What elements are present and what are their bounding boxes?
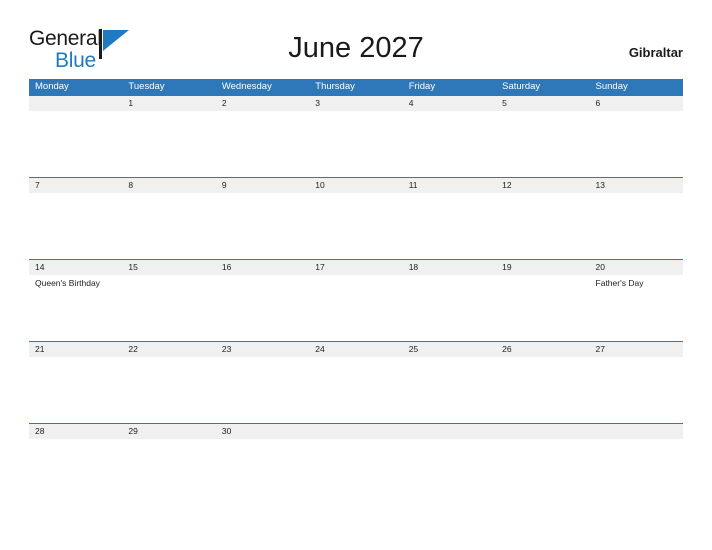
weekday-header-sunday: Sunday	[595, 81, 628, 92]
day-number: 22	[128, 344, 138, 354]
page-title: June 2027	[288, 32, 424, 64]
day-number: 9	[221, 180, 227, 190]
day-number: 1	[128, 98, 134, 108]
day-cell[interactable]: 4	[403, 96, 496, 177]
day-cell[interactable]: 10	[309, 178, 402, 259]
day-number: 7	[35, 180, 40, 190]
week-row: 14 Queen's Birthday 15 16 17 18 19 20 Fa…	[29, 259, 683, 341]
weekday-header-saturday: Saturday	[502, 81, 541, 92]
day-number: 21	[35, 344, 45, 354]
day-number: 20	[595, 262, 605, 272]
day-cell[interactable]: 8	[122, 178, 215, 259]
day-cell[interactable]: 1	[122, 96, 215, 177]
day-cell[interactable]: 23	[216, 342, 309, 423]
day-number: 30	[221, 426, 232, 436]
day-number: 2	[221, 98, 227, 108]
day-cell[interactable]: 9	[216, 178, 309, 259]
day-number: 6	[595, 98, 601, 108]
day-number: 4	[408, 98, 414, 108]
day-cell[interactable]: 5	[496, 96, 589, 177]
day-cell[interactable]	[309, 424, 402, 505]
weekday-header-tuesday: Tuesday	[128, 81, 165, 92]
day-cell[interactable]: 30	[216, 424, 309, 505]
weekday-header-thursday: Thursday	[315, 81, 355, 92]
day-cell[interactable]: 22	[122, 342, 215, 423]
day-cell[interactable]	[496, 424, 589, 505]
week-row: 28 29 30	[29, 423, 683, 505]
day-cell[interactable]: 13	[590, 178, 683, 259]
day-number: 15	[128, 262, 138, 272]
day-number: 27	[595, 344, 605, 354]
weekday-header-monday: Monday	[35, 81, 69, 92]
day-cell[interactable]: 19	[496, 260, 589, 341]
day-number: 8	[128, 180, 134, 190]
day-number: 16	[221, 262, 232, 272]
day-cell[interactable]: 18	[403, 260, 496, 341]
location-label: Gibraltar	[628, 45, 683, 60]
weekday-header-row: Monday Tuesday Wednesday Thursday Friday…	[29, 79, 683, 95]
day-cell[interactable]: 12	[496, 178, 589, 259]
week-row: 1 2 3 4 5 6	[29, 95, 683, 177]
day-number: 17	[315, 262, 325, 272]
day-cell[interactable]: 6	[590, 96, 683, 177]
day-cell[interactable]: 17	[309, 260, 402, 341]
day-cell[interactable]: 11	[403, 178, 496, 259]
day-cell[interactable]: 29	[122, 424, 215, 505]
day-number: 19	[502, 262, 512, 272]
calendar-grid: Monday Tuesday Wednesday Thursday Friday…	[29, 79, 683, 505]
weekday-header-wednesday: Wednesday	[221, 81, 272, 92]
day-cell[interactable]: 2	[216, 96, 309, 177]
day-number: 14	[35, 262, 45, 272]
day-event: Father's Day	[595, 278, 644, 288]
day-number: 18	[408, 262, 419, 272]
day-number: 10	[315, 180, 325, 190]
day-cell[interactable]: 20 Father's Day	[590, 260, 683, 341]
day-cell[interactable]: 7	[29, 178, 122, 259]
day-number: 23	[221, 344, 232, 354]
day-cell[interactable]: 27	[590, 342, 683, 423]
day-number: 24	[315, 344, 325, 354]
day-cell[interactable]: 16	[216, 260, 309, 341]
day-cell[interactable]: 15	[122, 260, 215, 341]
day-cell[interactable]: 26	[496, 342, 589, 423]
day-cell[interactable]	[590, 424, 683, 505]
day-number: 26	[502, 344, 512, 354]
day-cell[interactable]	[29, 96, 122, 177]
weekday-header-friday: Friday	[408, 81, 436, 92]
day-cell[interactable]	[403, 424, 496, 505]
week-row: 7 8 9 10 11 12 13	[29, 177, 683, 259]
day-cell[interactable]: 24	[309, 342, 402, 423]
day-event: Queen's Birthday	[35, 278, 100, 288]
day-number: 13	[595, 180, 605, 190]
day-number: 12	[502, 180, 512, 190]
day-cell[interactable]: 28	[29, 424, 122, 505]
page-header: General Blue June 2027 Gibraltar	[0, 0, 712, 78]
day-number: 28	[35, 426, 45, 436]
day-number: 5	[502, 98, 507, 108]
day-number: 25	[408, 344, 419, 354]
week-row: 21 22 23 24 25 26 27	[29, 341, 683, 423]
day-cell[interactable]: 21	[29, 342, 122, 423]
day-cell[interactable]: 3	[309, 96, 402, 177]
day-cell[interactable]: 14 Queen's Birthday	[29, 260, 122, 341]
day-number: 3	[315, 98, 320, 108]
day-cell[interactable]: 25	[403, 342, 496, 423]
day-number: 11	[408, 180, 418, 190]
day-number: 29	[128, 426, 138, 436]
